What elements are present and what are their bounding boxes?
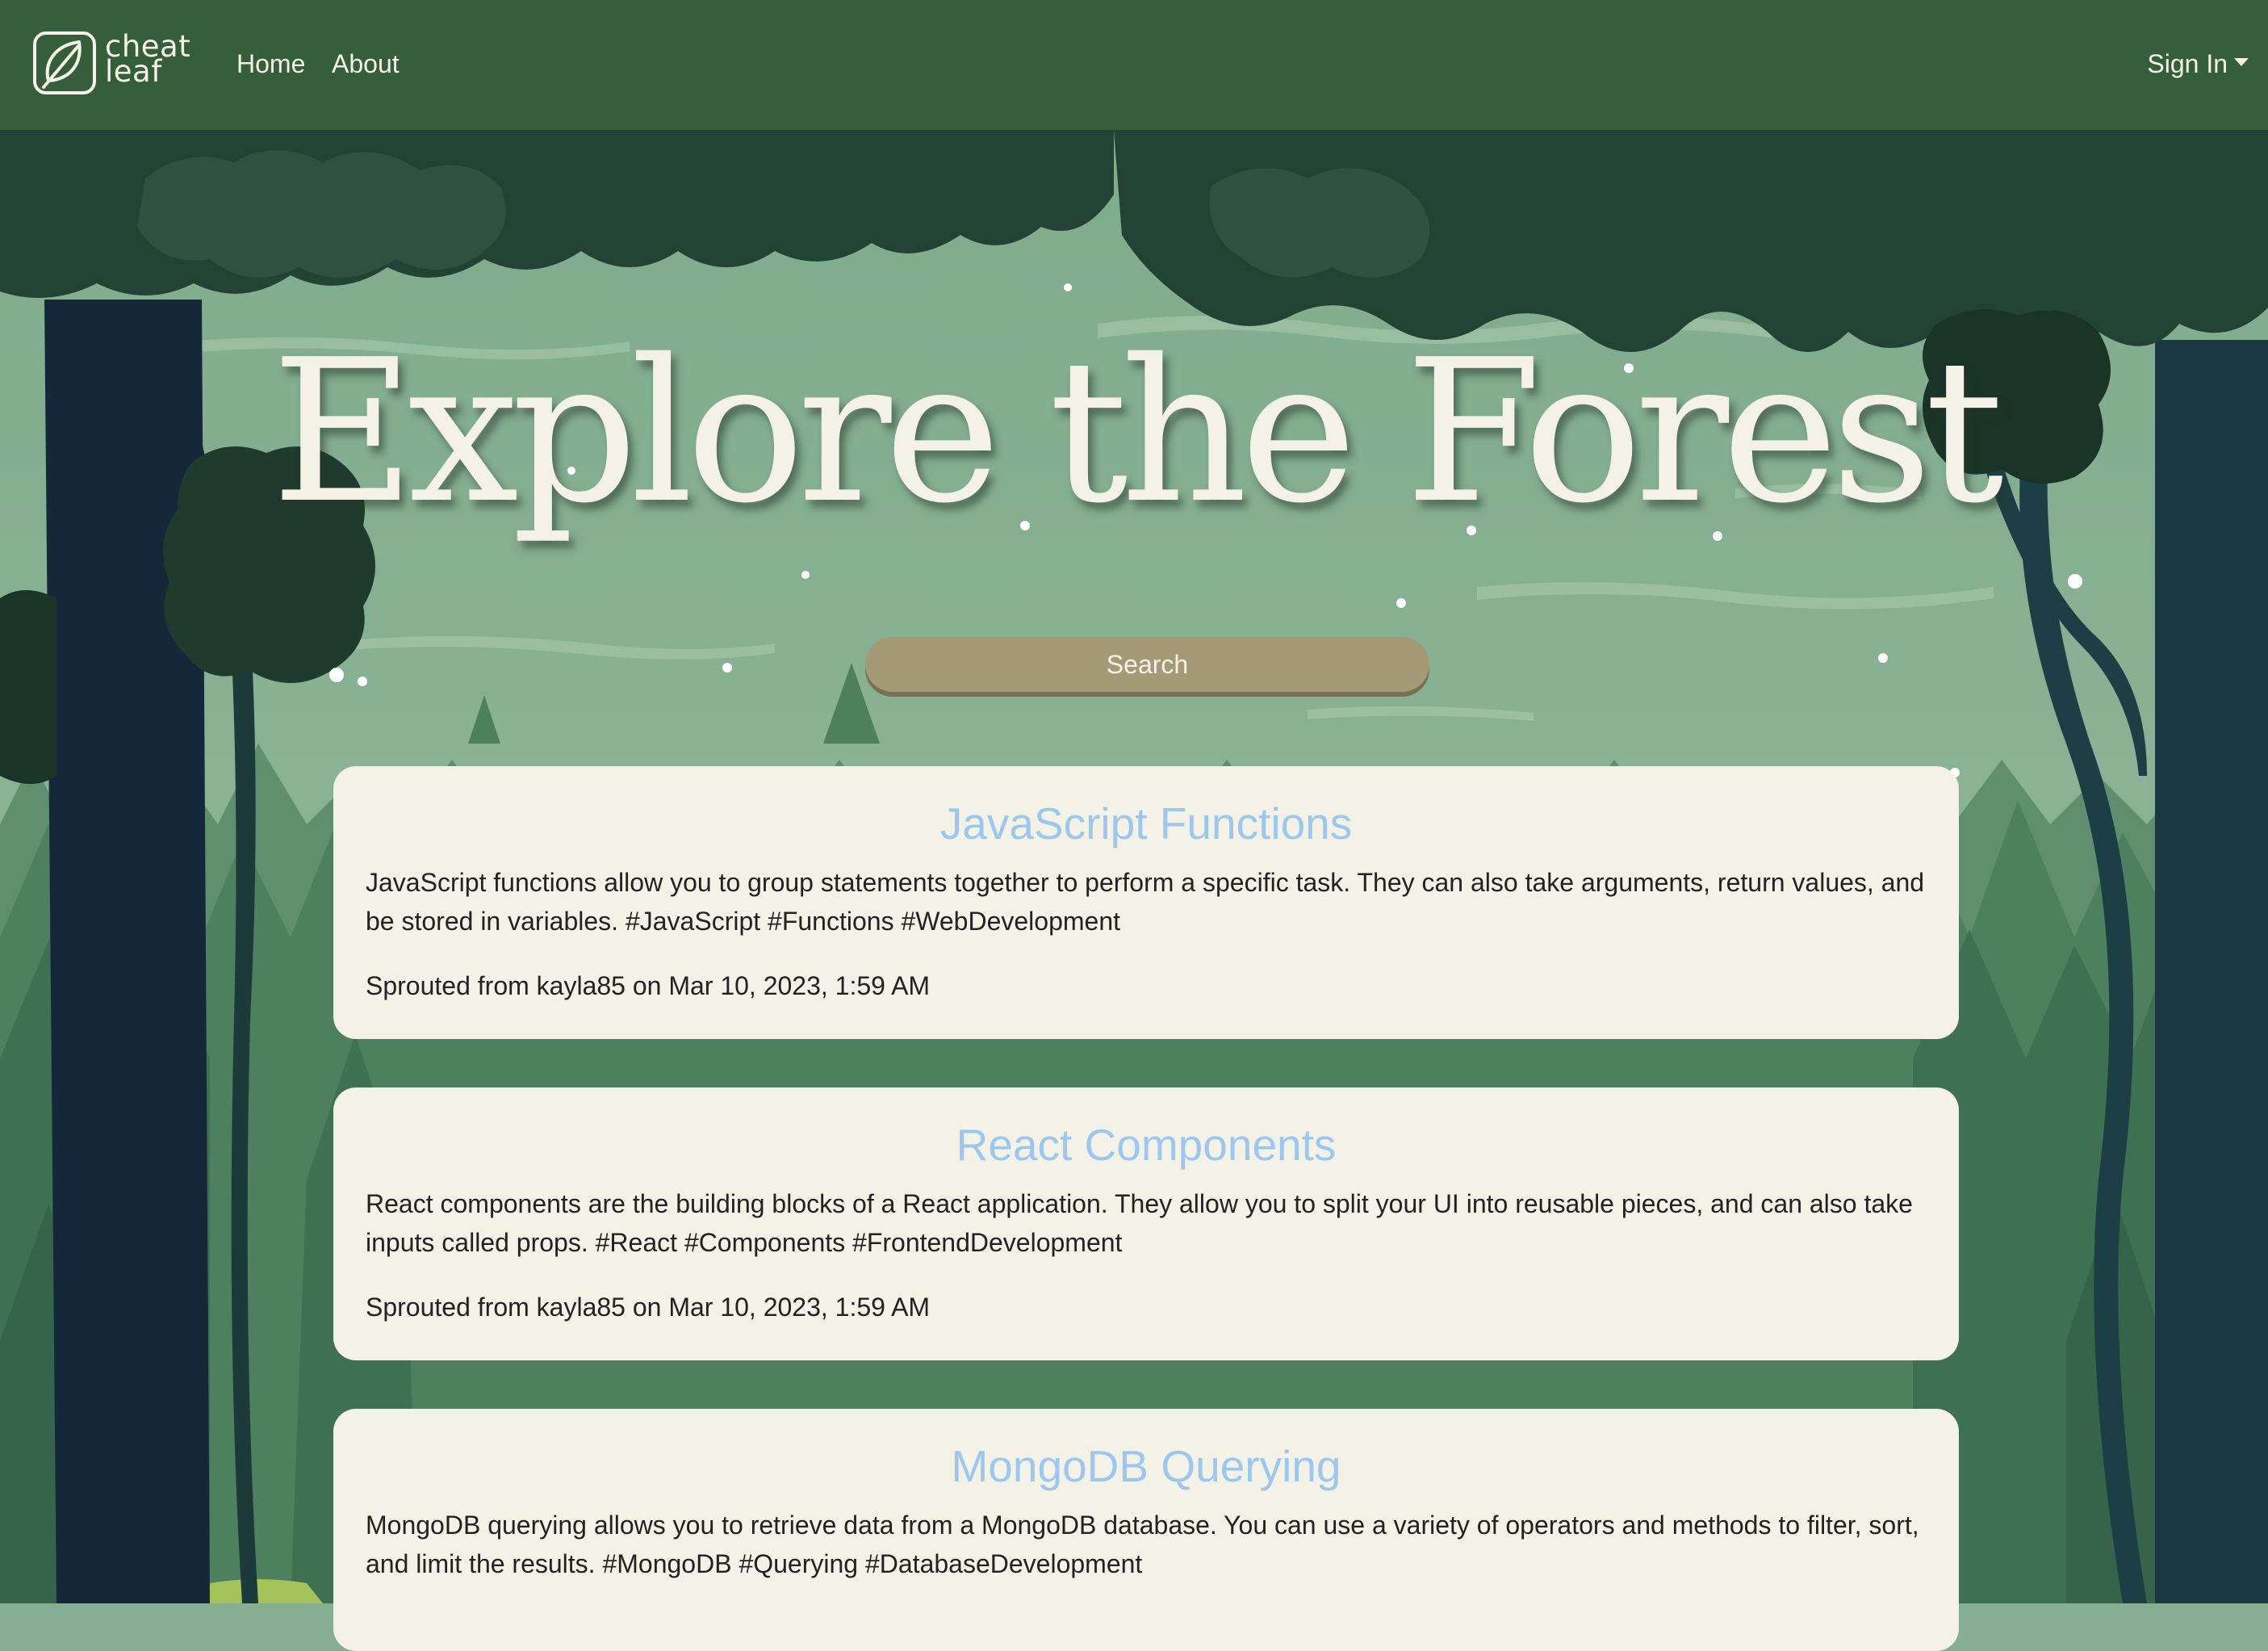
- post-body: MongoDB querying allows you to retrieve …: [366, 1511, 1919, 1578]
- nav-link-home[interactable]: Home: [236, 48, 305, 80]
- top-navbar: cheat leaf Home About Sign In: [0, 0, 2268, 130]
- post-card[interactable]: JavaScript Functions JavaScript function…: [333, 766, 1959, 1039]
- post-meta: Sprouted from kayla85 on Mar 10, 2023, 1…: [366, 1293, 931, 1322]
- post-card[interactable]: MongoDB Querying MongoDB querying allows…: [333, 1409, 1959, 1651]
- hero-title: Explore the Forest: [271, 317, 2004, 547]
- chevron-down-icon: [2234, 58, 2249, 66]
- brand-name: cheat leaf: [105, 31, 190, 86]
- post-title[interactable]: MongoDB Querying: [333, 1438, 1959, 1494]
- post-title[interactable]: React Components: [333, 1117, 1959, 1173]
- post-body: JavaScript functions allow you to group …: [366, 868, 1925, 936]
- nav-link-about[interactable]: About: [332, 48, 400, 80]
- sign-in-label: Sign In: [2147, 49, 2228, 78]
- sign-in-dropdown[interactable]: Sign In: [2147, 48, 2249, 80]
- post-card[interactable]: React Components React components are th…: [333, 1087, 1959, 1360]
- leaf-logo-icon: [33, 31, 96, 94]
- brand-logo-link[interactable]: cheat leaf: [32, 31, 194, 98]
- search-button[interactable]: Search: [865, 637, 1429, 692]
- post-title[interactable]: JavaScript Functions: [333, 795, 1959, 852]
- post-meta: Sprouted from kayla85 on Mar 10, 2023, 1…: [366, 971, 931, 1000]
- post-body: React components are the building blocks…: [366, 1189, 1913, 1257]
